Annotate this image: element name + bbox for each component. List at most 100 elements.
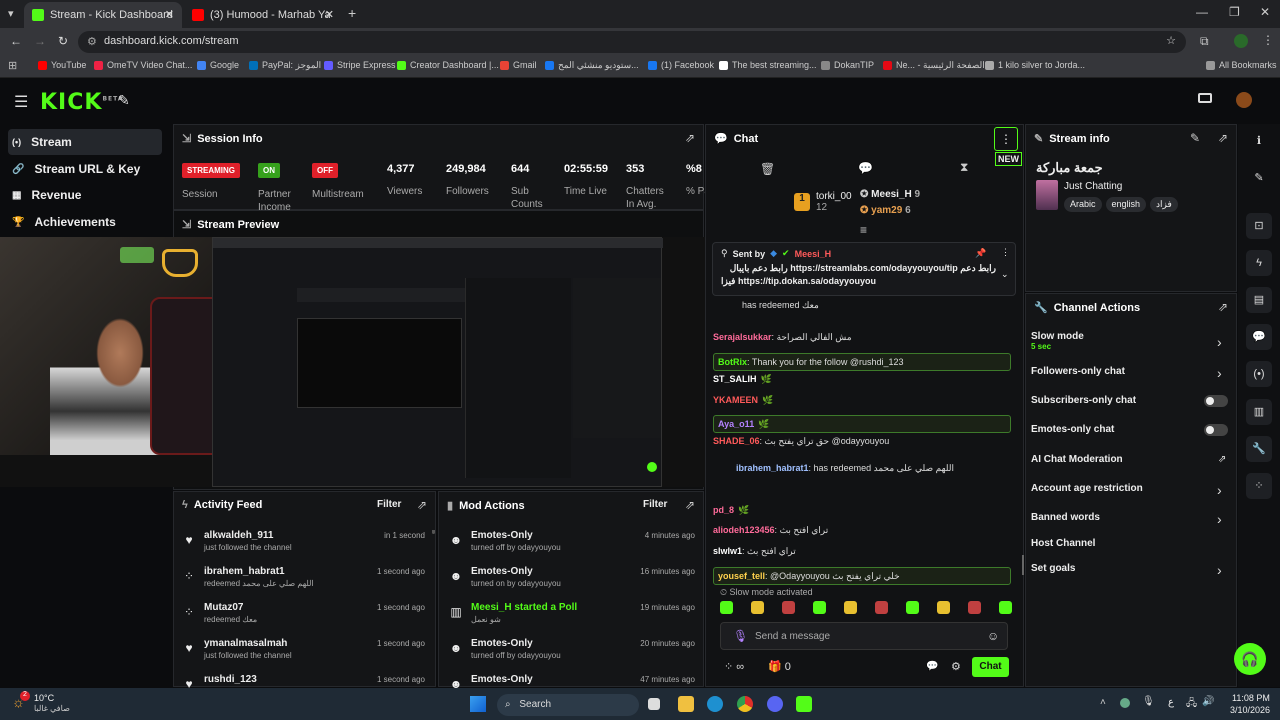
chat-username[interactable]: pd_8: [713, 505, 734, 515]
back-icon[interactable]: ←: [10, 34, 22, 48]
bookmark-link[interactable]: Gmail: [500, 60, 537, 70]
bookmark-link[interactable]: OmeTV Video Chat...: [94, 60, 192, 70]
emote-icon[interactable]: [751, 601, 764, 614]
activity-username[interactable]: Mutaz07: [204, 602, 243, 613]
emote-icon[interactable]: [906, 601, 919, 614]
bookmark-link[interactable]: PayPal: الموجز: [249, 60, 321, 71]
activity-item[interactable]: ♥ rushdi_123 1 second ago: [174, 674, 429, 688]
chevron-right-icon[interactable]: ›: [1217, 511, 1222, 527]
tab-close-icon[interactable]: ✕: [165, 8, 174, 21]
chat-username[interactable]: BotRix: [718, 357, 747, 367]
chat-username[interactable]: slwlw1: [713, 546, 742, 556]
stream-tag[interactable]: english: [1105, 197, 1147, 212]
wrench-icon[interactable]: 🔧: [1246, 436, 1272, 462]
channel-action-row[interactable]: Set goals ›: [1031, 562, 1231, 578]
chat-username[interactable]: yousef_tell: [718, 571, 765, 581]
tab-kick-dashboard[interactable]: Stream - Kick Dashboard ✕: [24, 2, 182, 28]
volume-icon[interactable]: 🔊: [1202, 696, 1214, 707]
mod-action-item[interactable]: ☻ Emotes-Only 47 minutes ago: [439, 674, 699, 688]
bookmark-link[interactable]: DokanTIP: [821, 60, 874, 70]
pencil-icon[interactable]: ✎: [1246, 165, 1272, 191]
activity-scrollbar[interactable]: [432, 530, 435, 534]
sidebar-item-stream-url-key[interactable]: 🔗 Stream URL & Key: [8, 156, 162, 182]
chat-input[interactable]: 🎙 Send a message ☺: [720, 622, 1008, 650]
forward-icon[interactable]: →: [34, 34, 46, 48]
taskbar-search[interactable]: ⌕ Search: [497, 694, 639, 716]
pin-unpin-icon[interactable]: 📌: [975, 248, 986, 259]
chat-username[interactable]: ST_SALIH: [713, 374, 757, 384]
pinned-message[interactable]: ⚲ Sent by ◆ ✔ Meesi_H 📌 ⋮ رابط دعم بايبا…: [712, 242, 1016, 296]
chat-settings-bubble-icon[interactable]: 💬: [926, 661, 938, 672]
settings-gear-icon[interactable]: ⚙: [951, 660, 961, 673]
monitor-icon[interactable]: ▥: [1246, 399, 1272, 425]
mod-action-item[interactable]: ☻ Emotes-Only turned off by odayyouyou 20 m…: [439, 638, 699, 672]
activity-item[interactable]: ⁘ ibrahem_habrat1 redeemed اللهم صلي على م…: [174, 566, 429, 600]
chat-username[interactable]: Aya_o11: [718, 419, 754, 429]
user-avatar[interactable]: [1236, 92, 1252, 108]
chevron-right-icon[interactable]: ›: [1217, 562, 1222, 578]
target-icon[interactable]: ⊡: [1246, 213, 1272, 239]
bookmark-link[interactable]: ستوديو منشئي المح...: [545, 60, 639, 71]
chevron-right-icon[interactable]: ›: [1217, 365, 1222, 381]
chat-username[interactable]: Serajalsukkar: [713, 332, 772, 342]
profile-avatar[interactable]: [1234, 34, 1248, 48]
tab-youtube[interactable]: (3) Humood - Marhab Ya Hilal | ✕: [184, 2, 342, 28]
users-icon[interactable]: ⁘: [1246, 473, 1272, 499]
popout-icon[interactable]: ⇗: [1218, 131, 1228, 145]
lightning-icon[interactable]: ϟ: [1246, 250, 1272, 276]
start-button[interactable]: [470, 696, 486, 712]
chevron-right-icon[interactable]: ›: [1217, 334, 1222, 350]
stream-tag[interactable]: Arabic: [1064, 197, 1102, 212]
chat-message[interactable]: aliodeh123456: تراي افتح بث: [713, 525, 1013, 539]
clock-time[interactable]: 11:08 PM: [1232, 693, 1270, 703]
extensions-icon[interactable]: ⧉: [1200, 34, 1209, 49]
clock-date[interactable]: 3/10/2026: [1230, 705, 1270, 715]
bookmark-link[interactable]: Ne... - الصفحة الرئيسية: [883, 60, 985, 71]
sidebar-item-achievements[interactable]: 🏆 Achievements: [8, 209, 162, 235]
bookmark-link[interactable]: 1 kilo silver to Jorda...: [985, 60, 1085, 70]
menu-icon[interactable]: ☰: [14, 92, 28, 112]
channel-action-row[interactable]: Subscribers-only chat: [1031, 395, 1231, 409]
chat-message[interactable]: slwlw1: تراي افتح بث: [713, 546, 1013, 560]
channel-action-row[interactable]: AI Chat Moderation ⇗: [1031, 454, 1231, 468]
toggle-switch[interactable]: [1204, 424, 1228, 436]
microphone-icon[interactable]: 🎙: [733, 629, 748, 643]
window-close-icon[interactable]: ✕: [1260, 5, 1270, 19]
activity-username[interactable]: ibrahem_habrat1: [204, 566, 285, 577]
chat-message[interactable]: YKAMEEN 🌿: [713, 395, 1013, 409]
kick-app-icon[interactable]: [796, 696, 812, 712]
chat-username[interactable]: SHADE_06: [713, 436, 760, 446]
emote-icon[interactable]: [720, 601, 733, 614]
activity-username[interactable]: alkwaldeh_911: [204, 530, 274, 541]
channel-action-row[interactable]: Banned words ›: [1031, 511, 1231, 527]
bookmark-link[interactable]: YouTube: [38, 60, 86, 70]
pin-menu-icon[interactable]: ⋮: [1001, 247, 1010, 258]
tab-close-icon[interactable]: ✕: [325, 8, 334, 21]
tray-chevron-icon[interactable]: ˄: [1100, 697, 1106, 708]
support-headset-button[interactable]: 🎧: [1234, 643, 1266, 675]
points-icon[interactable]: ⁘ ∞: [724, 660, 744, 673]
bookmark-link[interactable]: The best streaming...: [719, 60, 817, 70]
mic-tray-icon[interactable]: 🎙: [1142, 696, 1155, 707]
mod-action-item[interactable]: ☻ Emotes-Only turned off by odayyouyou 4 mi…: [439, 530, 699, 564]
emote-icon[interactable]: [968, 601, 981, 614]
channel-action-row[interactable]: Followers-only chat ›: [1031, 365, 1231, 381]
sidebar-item-revenue[interactable]: ▦ Revenue: [8, 182, 162, 208]
chat-scrollbar[interactable]: [1022, 555, 1024, 575]
emote-icon[interactable]: [999, 601, 1012, 614]
chat-username[interactable]: ibrahem_habrat1: [736, 463, 809, 473]
top-gifter-3[interactable]: ✪ yam29 6: [860, 205, 911, 216]
language-indicator[interactable]: ع: [1168, 697, 1174, 708]
chat-message[interactable]: ST_SALIH 🌿: [713, 374, 1013, 388]
stream-preview-video[interactable]: [0, 237, 705, 487]
emote-icon[interactable]: [844, 601, 857, 614]
weather-temp[interactable]: 10°C: [34, 693, 54, 703]
bookmark-link[interactable]: Creator Dashboard |...: [397, 60, 499, 70]
top-gifter-2[interactable]: ✪ Meesi_H 9: [860, 189, 920, 200]
window-restore-icon[interactable]: ❐: [1229, 5, 1240, 19]
channel-action-row[interactable]: Emotes-only chat: [1031, 424, 1231, 438]
chat-username[interactable]: aliodeh123456: [713, 525, 775, 535]
gift-icon[interactable]: 🎁 0: [768, 660, 791, 673]
chat-message[interactable]: ibrahem_habrat1: has redeemed اللهم صلي …: [736, 463, 1036, 477]
bookmark-link[interactable]: Google: [197, 60, 239, 70]
